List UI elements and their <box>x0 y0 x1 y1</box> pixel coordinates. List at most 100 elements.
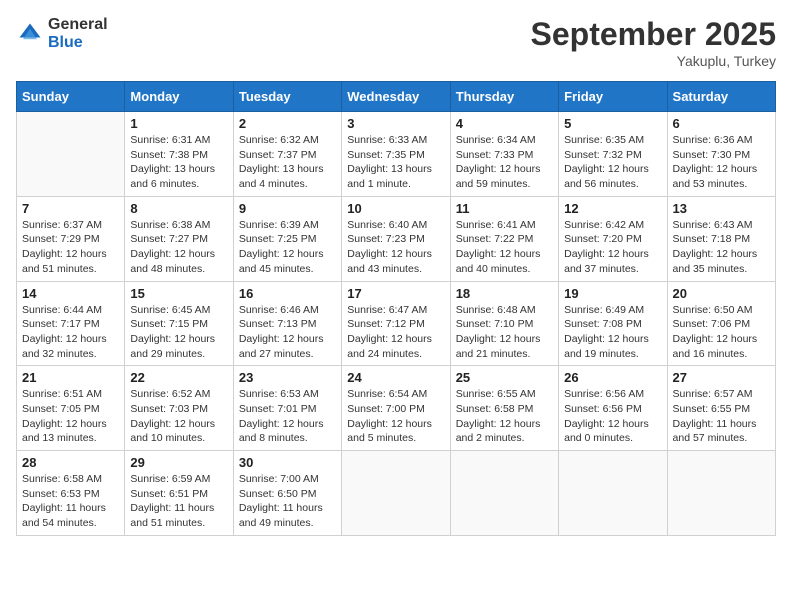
day-info: Sunrise: 6:57 AMSunset: 6:55 PMDaylight:… <box>673 387 770 446</box>
day-info: Sunrise: 6:45 AMSunset: 7:15 PMDaylight:… <box>130 303 227 362</box>
day-info: Sunrise: 7:00 AMSunset: 6:50 PMDaylight:… <box>239 472 336 531</box>
day-number: 25 <box>456 370 553 385</box>
table-row <box>342 451 450 536</box>
col-friday: Friday <box>559 82 667 112</box>
day-number: 9 <box>239 201 336 216</box>
table-row: 16 Sunrise: 6:46 AMSunset: 7:13 PMDayligh… <box>233 281 341 366</box>
table-row: 17 Sunrise: 6:47 AMSunset: 7:12 PMDayligh… <box>342 281 450 366</box>
calendar-body: 1 Sunrise: 6:31 AMSunset: 7:38 PMDaylight… <box>17 112 776 536</box>
day-number: 1 <box>130 116 227 131</box>
col-saturday: Saturday <box>667 82 775 112</box>
day-number: 29 <box>130 455 227 470</box>
col-thursday: Thursday <box>450 82 558 112</box>
day-number: 8 <box>130 201 227 216</box>
calendar-week-row: 21Sunrise: 6:51 AMSunset: 7:05 PMDayligh… <box>17 366 776 451</box>
day-info: Sunrise: 6:50 AMSunset: 7:06 PMDaylight:… <box>673 303 770 362</box>
logo-general: General <box>48 16 108 34</box>
table-row: 24 Sunrise: 6:54 AMSunset: 7:00 PMDayligh… <box>342 366 450 451</box>
day-number: 19 <box>564 286 661 301</box>
table-row: 10 Sunrise: 6:40 AMSunset: 7:23 PMDayligh… <box>342 196 450 281</box>
title-block: September 2025 Yakuplu, Turkey <box>531 16 776 69</box>
logo-blue: Blue <box>48 34 108 52</box>
table-row: 29 Sunrise: 6:59 AMSunset: 6:51 PMDayligh… <box>125 451 233 536</box>
table-row: 3 Sunrise: 6:33 AMSunset: 7:35 PMDaylight… <box>342 112 450 197</box>
calendar-header: Sunday Monday Tuesday Wednesday Thursday… <box>17 82 776 112</box>
day-number: 24 <box>347 370 444 385</box>
day-info: Sunrise: 6:53 AMSunset: 7:01 PMDaylight:… <box>239 387 336 446</box>
table-row: 26Sunrise: 6:56 AMSunset: 6:56 PMDayligh… <box>559 366 667 451</box>
day-number: 5 <box>564 116 661 131</box>
day-info: Sunrise: 6:46 AMSunset: 7:13 PMDaylight:… <box>239 303 336 362</box>
table-row: 21Sunrise: 6:51 AMSunset: 7:05 PMDayligh… <box>17 366 125 451</box>
day-number: 14 <box>22 286 119 301</box>
day-number: 20 <box>673 286 770 301</box>
day-number: 3 <box>347 116 444 131</box>
day-info: Sunrise: 6:32 AMSunset: 7:37 PMDaylight:… <box>239 133 336 192</box>
col-wednesday: Wednesday <box>342 82 450 112</box>
day-number: 11 <box>456 201 553 216</box>
table-row: 22Sunrise: 6:52 AMSunset: 7:03 PMDayligh… <box>125 366 233 451</box>
table-row: 19 Sunrise: 6:49 AMSunset: 7:08 PMDayligh… <box>559 281 667 366</box>
day-info: Sunrise: 6:58 AMSunset: 6:53 PMDaylight:… <box>22 472 119 531</box>
day-number: 16 <box>239 286 336 301</box>
table-row: 9 Sunrise: 6:39 AMSunset: 7:25 PMDaylight… <box>233 196 341 281</box>
table-row <box>17 112 125 197</box>
day-info: Sunrise: 6:35 AMSunset: 7:32 PMDaylight:… <box>564 133 661 192</box>
day-number: 27 <box>673 370 770 385</box>
logo: General Blue <box>16 16 108 51</box>
day-info: Sunrise: 6:39 AMSunset: 7:25 PMDaylight:… <box>239 218 336 277</box>
day-info: Sunrise: 6:56 AMSunset: 6:56 PMDaylight:… <box>564 387 661 446</box>
logo-icon <box>16 20 44 48</box>
day-number: 28 <box>22 455 119 470</box>
col-monday: Monday <box>125 82 233 112</box>
table-row <box>559 451 667 536</box>
day-info: Sunrise: 6:41 AMSunset: 7:22 PMDaylight:… <box>456 218 553 277</box>
day-number: 22 <box>130 370 227 385</box>
table-row: 7 Sunrise: 6:37 AMSunset: 7:29 PMDaylight… <box>17 196 125 281</box>
day-info: Sunrise: 6:43 AMSunset: 7:18 PMDaylight:… <box>673 218 770 277</box>
table-row: 20 Sunrise: 6:50 AMSunset: 7:06 PMDayligh… <box>667 281 775 366</box>
day-info: Sunrise: 6:38 AMSunset: 7:27 PMDaylight:… <box>130 218 227 277</box>
day-info: Sunrise: 6:33 AMSunset: 7:35 PMDaylight:… <box>347 133 444 192</box>
day-info: Sunrise: 6:59 AMSunset: 6:51 PMDaylight:… <box>130 472 227 531</box>
day-number: 30 <box>239 455 336 470</box>
calendar-week-row: 14 Sunrise: 6:44 AMSunset: 7:17 PMDayligh… <box>17 281 776 366</box>
page-header: General Blue September 2025 Yakuplu, Tur… <box>16 16 776 69</box>
table-row: 1 Sunrise: 6:31 AMSunset: 7:38 PMDaylight… <box>125 112 233 197</box>
table-row: 13 Sunrise: 6:43 AMSunset: 7:18 PMDayligh… <box>667 196 775 281</box>
day-info: Sunrise: 6:42 AMSunset: 7:20 PMDaylight:… <box>564 218 661 277</box>
day-number: 7 <box>22 201 119 216</box>
day-number: 17 <box>347 286 444 301</box>
table-row: 12Sunrise: 6:42 AMSunset: 7:20 PMDayligh… <box>559 196 667 281</box>
calendar-week-row: 1 Sunrise: 6:31 AMSunset: 7:38 PMDaylight… <box>17 112 776 197</box>
logo-text: General Blue <box>48 16 108 51</box>
day-info: Sunrise: 6:55 AMSunset: 6:58 PMDaylight:… <box>456 387 553 446</box>
table-row: 2 Sunrise: 6:32 AMSunset: 7:37 PMDaylight… <box>233 112 341 197</box>
col-sunday: Sunday <box>17 82 125 112</box>
calendar-week-row: 7 Sunrise: 6:37 AMSunset: 7:29 PMDaylight… <box>17 196 776 281</box>
day-number: 15 <box>130 286 227 301</box>
day-info: Sunrise: 6:47 AMSunset: 7:12 PMDaylight:… <box>347 303 444 362</box>
day-info: Sunrise: 6:31 AMSunset: 7:38 PMDaylight:… <box>130 133 227 192</box>
day-info: Sunrise: 6:51 AMSunset: 7:05 PMDaylight:… <box>22 387 119 446</box>
table-row: 5 Sunrise: 6:35 AMSunset: 7:32 PMDaylight… <box>559 112 667 197</box>
day-number: 2 <box>239 116 336 131</box>
day-info: Sunrise: 6:37 AMSunset: 7:29 PMDaylight:… <box>22 218 119 277</box>
day-info: Sunrise: 6:54 AMSunset: 7:00 PMDaylight:… <box>347 387 444 446</box>
day-info: Sunrise: 6:48 AMSunset: 7:10 PMDaylight:… <box>456 303 553 362</box>
day-info: Sunrise: 6:44 AMSunset: 7:17 PMDaylight:… <box>22 303 119 362</box>
day-info: Sunrise: 6:49 AMSunset: 7:08 PMDaylight:… <box>564 303 661 362</box>
day-info: Sunrise: 6:40 AMSunset: 7:23 PMDaylight:… <box>347 218 444 277</box>
day-number: 6 <box>673 116 770 131</box>
day-info: Sunrise: 6:36 AMSunset: 7:30 PMDaylight:… <box>673 133 770 192</box>
day-number: 4 <box>456 116 553 131</box>
table-row: 6 Sunrise: 6:36 AMSunset: 7:30 PMDaylight… <box>667 112 775 197</box>
col-tuesday: Tuesday <box>233 82 341 112</box>
day-number: 13 <box>673 201 770 216</box>
table-row: 23Sunrise: 6:53 AMSunset: 7:01 PMDayligh… <box>233 366 341 451</box>
table-row <box>450 451 558 536</box>
day-number: 10 <box>347 201 444 216</box>
table-row: 11 Sunrise: 6:41 AMSunset: 7:22 PMDayligh… <box>450 196 558 281</box>
table-row: 14 Sunrise: 6:44 AMSunset: 7:17 PMDayligh… <box>17 281 125 366</box>
header-row: Sunday Monday Tuesday Wednesday Thursday… <box>17 82 776 112</box>
